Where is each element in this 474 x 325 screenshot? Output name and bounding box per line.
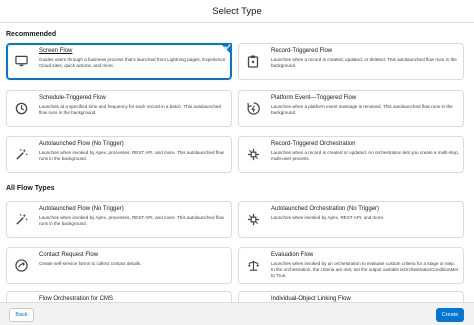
flow-card-screen-flow[interactable]: Screen Flow Guides users through a busin… — [6, 43, 232, 80]
modal-footer: Back Create — [0, 302, 474, 325]
flow-card-description: Create self-service forms to collect con… — [39, 261, 142, 266]
flow-card-title: Autolaunched Flow (No Trigger) — [39, 206, 124, 212]
flow-card-description: Launches when invoked by Apex, REST API,… — [271, 215, 385, 220]
flow-card-autolaunched-orchestration[interactable]: Autolaunched Orchestration (No Trigger) … — [238, 201, 464, 238]
orchestration-icon — [245, 146, 261, 162]
modal-title: Select Type — [212, 5, 262, 17]
flow-card-title: Autolaunched Orchestration (No Trigger) — [271, 206, 380, 212]
flow-card-platform-event-flow[interactable]: Platform Event—Triggered Flow Launches w… — [238, 90, 464, 127]
flow-card-title: Autolaunched Flow (No Trigger) — [39, 141, 124, 147]
magic-wand-icon — [13, 146, 29, 162]
flow-card-description: Launches at a specified time and frequen… — [39, 104, 221, 115]
flow-card-description: Launches when invoked by Apex, processes… — [39, 150, 224, 161]
selected-check-icon — [220, 43, 232, 55]
flow-card-record-triggered-flow[interactable]: Record-Triggered Flow Launches when a re… — [238, 43, 464, 80]
flow-card-description: Launches when a record is created, updat… — [271, 57, 457, 68]
back-button[interactable]: Back — [9, 308, 34, 322]
flow-card-description: Guides users through a business process … — [39, 57, 226, 68]
flow-card-autolaunched-flow-all[interactable]: Autolaunched Flow (No Trigger) Launches … — [6, 201, 232, 238]
orchestration-icon — [245, 211, 261, 227]
flow-card-title: Evaluation Flow — [271, 252, 314, 258]
flow-card-title: Platform Event—Triggered Flow — [271, 95, 357, 101]
flow-card-contact-request-flow[interactable]: Contact Request Flow Create self-service… — [6, 247, 232, 284]
schedule-icon — [13, 100, 29, 116]
record-icon — [245, 53, 261, 69]
monitor-icon — [13, 53, 29, 69]
flow-card-title: Contact Request Flow — [39, 252, 99, 258]
flow-card-title: Record-Triggered Orchestration — [271, 141, 356, 147]
flow-card-title: Screen Flow — [39, 48, 73, 54]
flow-card-description: Launches when invoked by Apex, processes… — [39, 215, 224, 226]
flow-card-description: Launches when a record is created or upd… — [271, 150, 459, 161]
flow-card-description: Launches when invoked by an orchestratio… — [271, 261, 459, 278]
flow-card-evaluation-flow[interactable]: Evaluation Flow Launches when invoked by… — [238, 247, 464, 284]
flow-card-autolaunched-flow[interactable]: Autolaunched Flow (No Trigger) Launches … — [6, 136, 232, 173]
contact-request-icon — [13, 257, 29, 273]
section-title-recommended: Recommended — [6, 31, 57, 38]
flow-card-title: Schedule-Triggered Flow — [39, 95, 106, 101]
flow-card-flow-orchestration-cms[interactable]: Flow Orchestration for CMS — [6, 291, 232, 302]
create-button[interactable]: Create — [436, 308, 464, 322]
flow-card-record-triggered-orchestration[interactable]: Record-Triggered Orchestration Launches … — [238, 136, 464, 173]
flow-card-schedule-triggered-flow[interactable]: Schedule-Triggered Flow Launches at a sp… — [6, 90, 232, 127]
modal-header: Select Type — [0, 0, 474, 23]
flow-type-list[interactable]: Recommended Screen Flow Guides users thr… — [0, 23, 474, 302]
evaluation-icon — [245, 257, 261, 273]
section-title-all-flow-types: All Flow Types — [6, 185, 55, 192]
magic-wand-icon — [13, 211, 29, 227]
platform-event-icon — [245, 100, 261, 116]
flow-card-title: Record-Triggered Flow — [271, 48, 333, 54]
flow-card-description: Launches when a platform event message i… — [271, 104, 453, 115]
flow-card-individual-object-linking-flow[interactable]: Individual-Object Linking Flow — [238, 291, 464, 302]
